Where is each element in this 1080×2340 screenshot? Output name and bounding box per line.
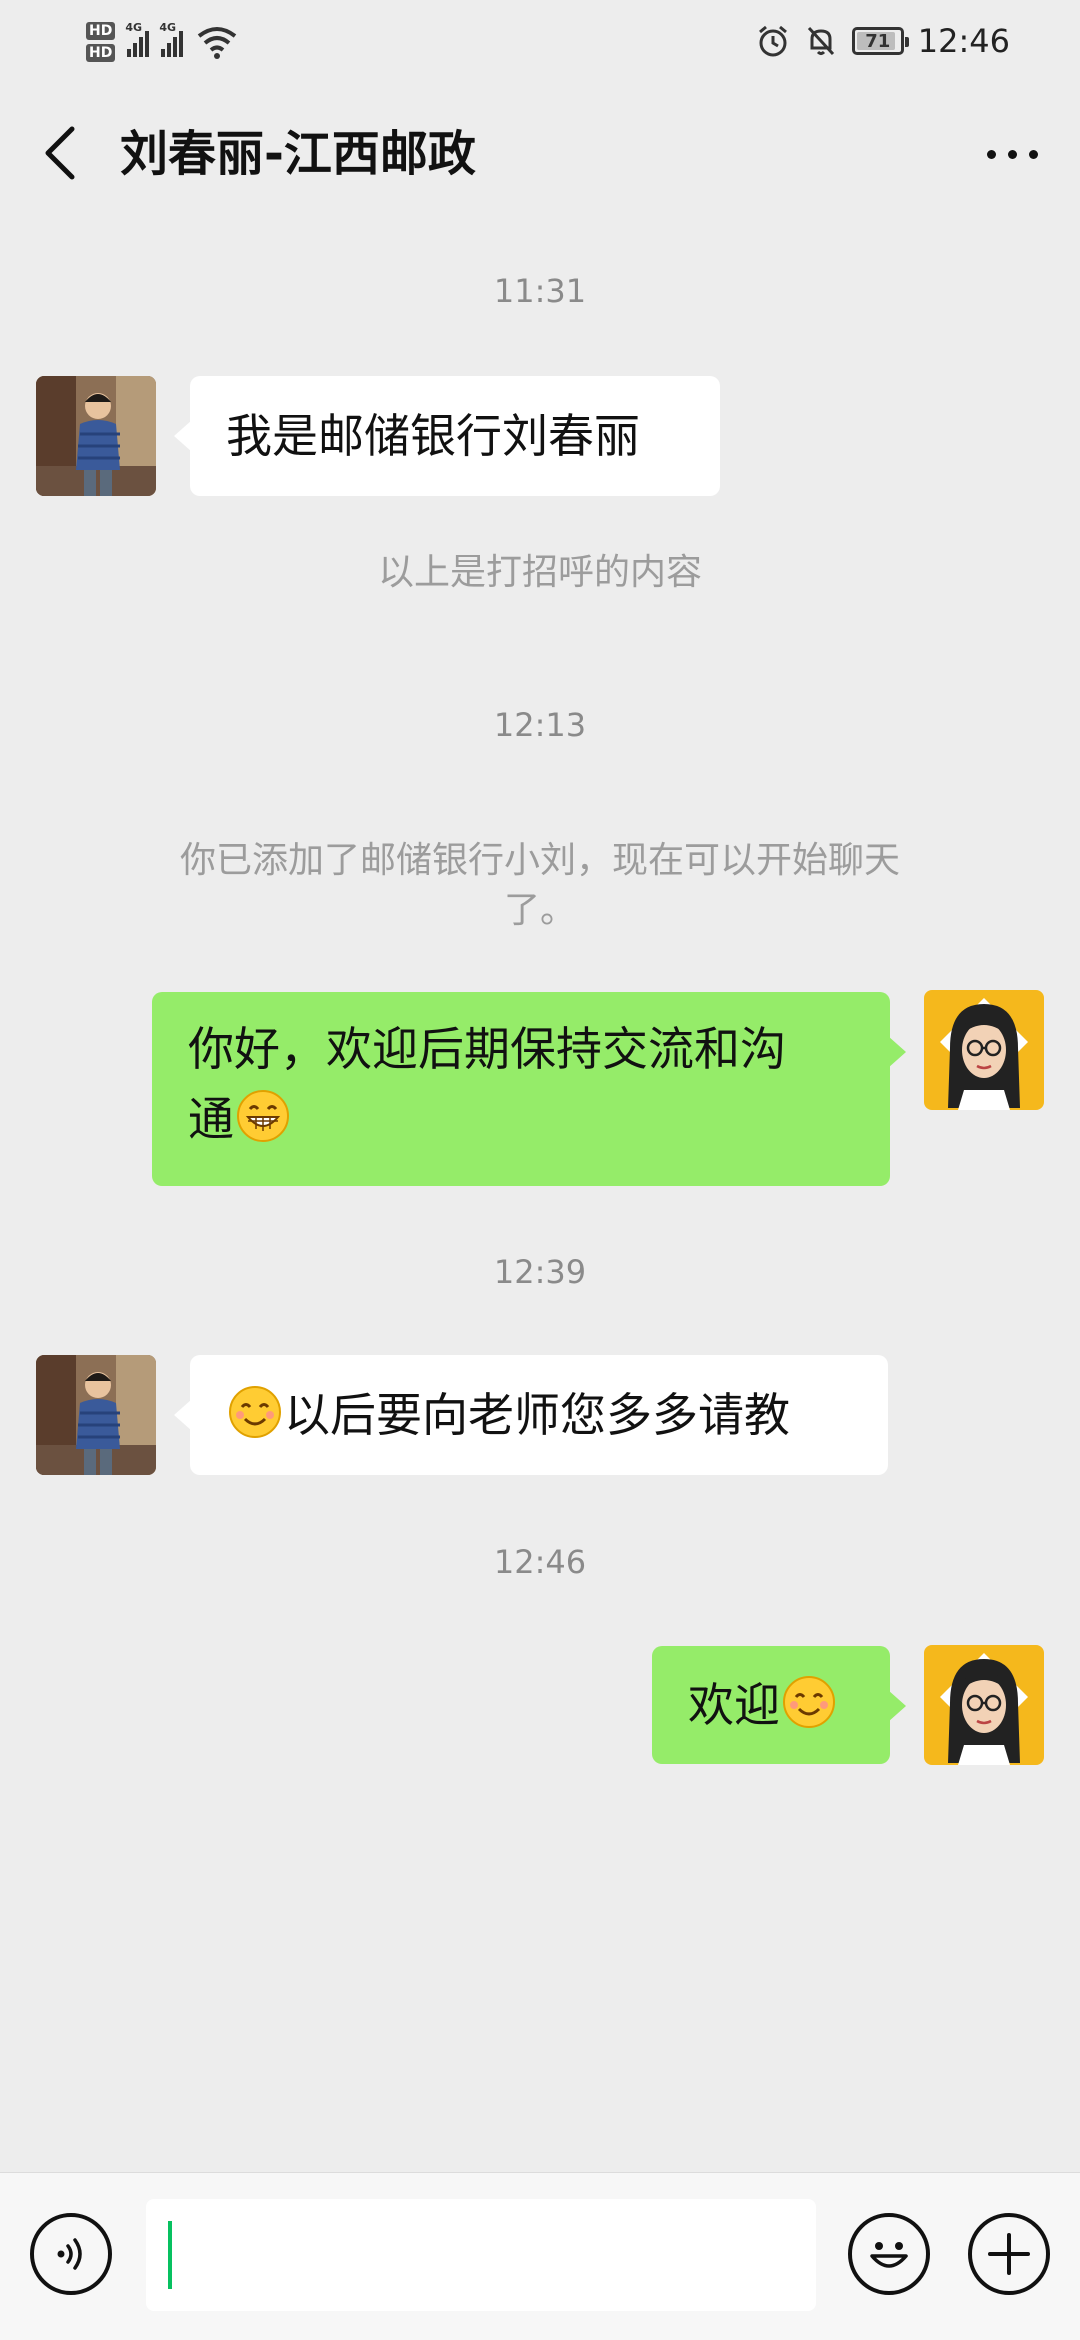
hd-badges: HD HD [86,22,116,62]
status-left: HD HD 4G 4G [86,12,237,72]
more-dots-icon [1007,149,1017,159]
message-text: 通 [188,1092,234,1146]
chat-title: 刘春丽-江西邮政 [120,126,476,182]
battery-level: 71 [865,30,891,52]
emoji-button[interactable] [848,2213,930,2295]
system-message-line: 了。 [503,890,576,931]
grin-emoji-icon [237,1090,289,1142]
more-dots-icon [986,149,996,159]
input-bar [0,2172,1080,2340]
status-right: 71 12:46 [756,18,1010,64]
contact-avatar[interactable] [36,1355,156,1475]
chat-screen: HD HD 4G 4G 71 12:46 刘春丽-江西邮政 11:31 我是邮储… [0,0,1080,2340]
message-text: 我是邮储银行刘春丽 [226,409,640,463]
emoji-icon [870,2242,908,2268]
incoming-message[interactable]: 我是邮储银行刘春丽 [174,376,720,496]
message-text: 以后要向老师您多多请教 [284,1388,790,1442]
message-input[interactable] [146,2199,816,2311]
incoming-message[interactable]: 以后要向老师您多多请教 [174,1355,888,1475]
hd-badge-2: HD [86,44,116,62]
voice-button[interactable] [30,2213,112,2295]
my-avatar-image [924,1645,1044,1765]
alarm-icon [758,25,787,57]
more-button[interactable] [972,122,1052,186]
timestamp: 12:39 [493,1253,587,1291]
status-bar: HD HD 4G 4G 71 12:46 [0,0,1080,80]
my-avatar-image [924,990,1044,1110]
message-text: 你好，欢迎后期保持交流和沟 [188,1022,786,1076]
back-button[interactable] [30,118,90,188]
text-cursor [168,2221,172,2289]
network-type-2: 4G [159,21,177,34]
timestamp: 11:31 [493,272,587,310]
plus-icon [988,2233,1030,2275]
chat-header: 刘春丽-江西邮政 [0,100,1080,210]
smile-emoji-icon [783,1676,835,1728]
contact-avatar-image [36,1355,156,1475]
smile-emoji-icon [229,1386,281,1438]
more-dots-icon [1028,149,1038,159]
plus-button[interactable] [968,2213,1050,2295]
my-avatar[interactable] [924,990,1044,1110]
chevron-left-icon [45,126,75,180]
wifi-icon [198,27,237,59]
system-message: 以上是打招呼的内容 [377,552,702,593]
message-text-line: 通 [188,1084,854,1154]
signal-1-icon: 4G [125,21,150,57]
timestamp: 12:46 [493,1543,587,1581]
contact-avatar[interactable] [36,376,156,496]
outgoing-message[interactable]: 你好，欢迎后期保持交流和沟 通 [152,992,906,1186]
network-type-1: 4G [125,21,143,34]
system-message-line: 你已添加了邮储银行小刘，现在可以开始聊天 [179,840,900,881]
message-text: 欢迎 [688,1678,780,1732]
battery-icon: 71 [851,27,909,55]
my-avatar[interactable] [924,1645,1044,1765]
timestamp: 12:13 [493,706,587,744]
outgoing-message[interactable]: 欢迎 [652,1646,906,1764]
system-message: 你已添加了邮储银行小刘，现在可以开始聊天 了。 [100,836,980,936]
hd-badge-1: HD [86,22,116,40]
clock: 12:46 [917,22,1010,60]
contact-avatar-image [36,376,156,496]
voice-icon [57,2238,82,2270]
signal-2-icon: 4G [159,21,184,57]
mute-bell-icon [807,26,834,56]
